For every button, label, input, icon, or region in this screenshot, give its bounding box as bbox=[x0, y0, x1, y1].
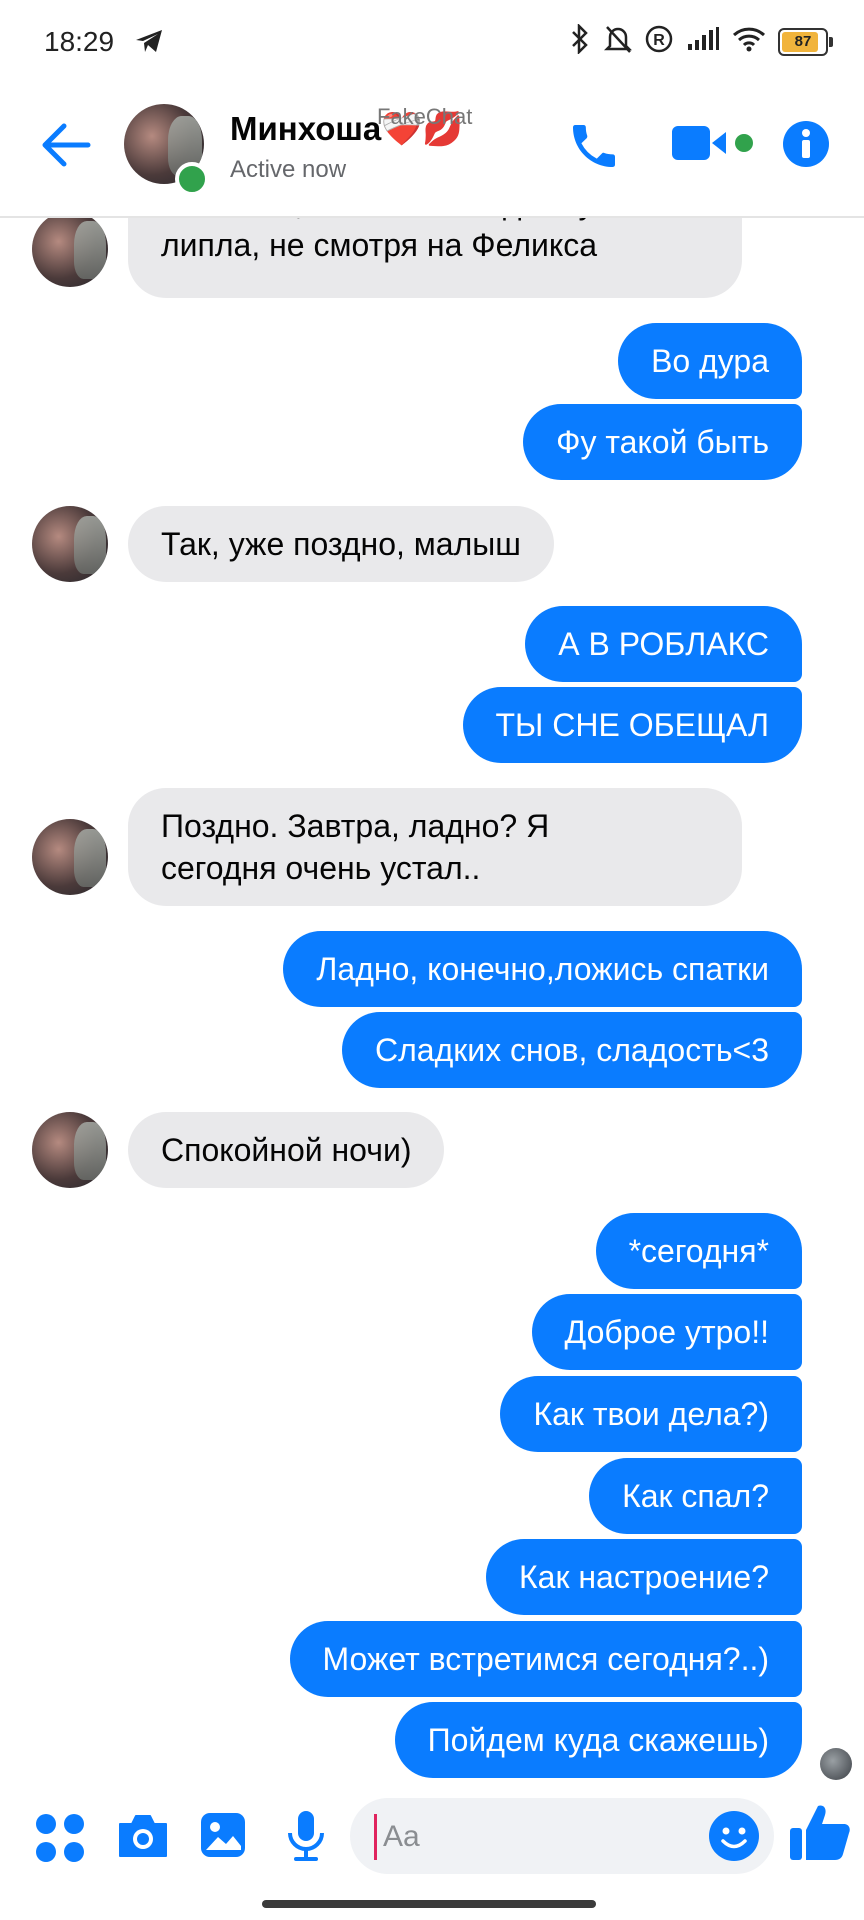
message-text: ТЫ СНЕ ОБЕЩАЛ bbox=[496, 704, 770, 746]
message-line: Доброе утро!! bbox=[564, 1314, 769, 1350]
message-line: Ладно, конечно,ложись спатки bbox=[316, 951, 769, 987]
active-status: Active now bbox=[230, 156, 347, 183]
contact-avatar-small[interactable] bbox=[32, 506, 108, 582]
mute-bell-icon bbox=[603, 24, 633, 59]
outgoing-message[interactable]: Ладно, конечно,ложись спатки bbox=[283, 931, 802, 1007]
message-text: Ладно, конечно,ложись спатки bbox=[316, 948, 769, 990]
message-text: Так, уже поздно, малыш bbox=[161, 523, 521, 565]
outgoing-message[interactable]: *сегодня* bbox=[595, 1213, 802, 1289]
thumbs-up-icon[interactable] bbox=[788, 1800, 852, 1869]
message-line: липла, не смотря на Феликса bbox=[161, 227, 598, 263]
contact-avatar-small[interactable] bbox=[32, 819, 108, 895]
outgoing-message[interactable]: Как спал? bbox=[589, 1458, 802, 1534]
watermark: FakeChat bbox=[377, 104, 473, 129]
message-line: Поздно. Завтра, ладно? Я bbox=[161, 808, 550, 844]
microphone-icon[interactable] bbox=[284, 1808, 328, 1869]
message-text: Может встретимся сегодня?..) bbox=[323, 1638, 769, 1680]
message-line: Фу такой быть bbox=[556, 424, 769, 460]
message-line: Спокойной ночи) bbox=[161, 1132, 412, 1168]
message-line: Как спал? bbox=[622, 1478, 769, 1514]
message-line: Как настроение? bbox=[519, 1559, 769, 1595]
incoming-message[interactable]: Спокойной ночи) bbox=[128, 1112, 445, 1188]
apps-menu-icon[interactable] bbox=[34, 1812, 86, 1869]
info-icon[interactable] bbox=[782, 120, 830, 173]
message-text: Поздно. Завтра, ладно? Я сегодня очень ус… bbox=[161, 805, 549, 889]
contact-avatar-small[interactable] bbox=[32, 211, 108, 287]
outgoing-message[interactable]: Во дура bbox=[618, 323, 802, 399]
message-line: сегодня очень устал.. bbox=[161, 850, 481, 886]
message-line: Пойдем куда скажешь) bbox=[427, 1722, 769, 1758]
telegram-icon bbox=[134, 28, 164, 59]
video-call-icon[interactable] bbox=[670, 122, 758, 171]
home-indicator bbox=[262, 1900, 596, 1908]
registered-icon: R bbox=[644, 24, 674, 59]
wifi-icon bbox=[732, 25, 766, 58]
message-text: Во дура bbox=[651, 340, 769, 382]
status-time: 18:29 bbox=[44, 26, 115, 57]
message-text: *сегодня* bbox=[629, 1230, 769, 1272]
back-arrow-icon[interactable] bbox=[40, 122, 92, 173]
emoji-icon[interactable] bbox=[708, 1810, 760, 1867]
outgoing-message[interactable]: А В РОБЛАКС bbox=[525, 606, 802, 682]
message-input[interactable] bbox=[374, 1814, 685, 1860]
message-line: Как твои дела?) bbox=[533, 1396, 769, 1432]
outgoing-message[interactable]: ТЫ СНЕ ОБЕЩАЛ bbox=[462, 687, 802, 763]
incoming-message[interactable]: Поздно. Завтра, ладно? Я сегодня очень ус… bbox=[128, 788, 742, 906]
outgoing-message[interactable]: Доброе утро!! bbox=[531, 1294, 802, 1370]
online-indicator bbox=[175, 162, 209, 196]
message-line: ТЫ СНЕ ОБЕЩАЛ bbox=[495, 707, 770, 743]
outgoing-message[interactable]: Фу такой быть bbox=[523, 404, 802, 480]
message-text: Доброе утро!! bbox=[565, 1311, 769, 1353]
gallery-icon[interactable] bbox=[198, 1810, 248, 1865]
message-line: А В РОБЛАКС bbox=[558, 626, 769, 662]
message-line: Так, уже поздно, малыш bbox=[161, 526, 521, 562]
message-line: Может встретимся сегодня?..) bbox=[322, 1641, 769, 1677]
outgoing-message[interactable]: Как настроение? bbox=[486, 1539, 802, 1615]
contact-avatar-small[interactable] bbox=[32, 1112, 108, 1188]
signal-icon bbox=[686, 26, 720, 57]
battery-icon: 87 bbox=[778, 27, 833, 56]
message-line: *сегодня* bbox=[628, 1233, 769, 1269]
message-line: Сладких снов, сладость<3 bbox=[374, 1032, 769, 1068]
battery-level: 87 bbox=[794, 33, 812, 50]
outgoing-message[interactable]: Может встретимся сегодня?..) bbox=[289, 1621, 802, 1697]
message-text: Как спал? bbox=[622, 1475, 769, 1517]
message-text: Спокойной ночи) bbox=[161, 1129, 411, 1171]
camera-icon[interactable] bbox=[116, 1812, 170, 1865]
message-line: Во дура bbox=[651, 343, 769, 379]
message-input-field[interactable] bbox=[350, 1798, 774, 1874]
outgoing-message[interactable]: Сладких снов, сладость<3 bbox=[341, 1012, 802, 1088]
seen-avatar bbox=[820, 1748, 852, 1780]
message-text: Как твои дела?) bbox=[533, 1393, 769, 1435]
message-text: Сладких снов, сладость<3 bbox=[375, 1029, 769, 1071]
outgoing-message[interactable]: Как твои дела?) bbox=[500, 1376, 802, 1452]
bluetooth-icon bbox=[568, 22, 592, 59]
incoming-message[interactable]: Так, уже поздно, малыш bbox=[128, 506, 554, 582]
outgoing-message[interactable]: Пойдем куда скажешь) bbox=[394, 1702, 802, 1778]
message-text: А В РОБЛАКС bbox=[558, 623, 769, 665]
message-text: Пойдем куда скажешь) bbox=[428, 1719, 769, 1761]
phone-call-icon[interactable] bbox=[566, 118, 622, 179]
status-bar: 18:29 R 87 bbox=[0, 0, 864, 86]
message-text: Как настроение? bbox=[519, 1556, 769, 1598]
svg-text:R: R bbox=[653, 32, 665, 49]
message-text: Фу такой быть bbox=[556, 421, 769, 463]
